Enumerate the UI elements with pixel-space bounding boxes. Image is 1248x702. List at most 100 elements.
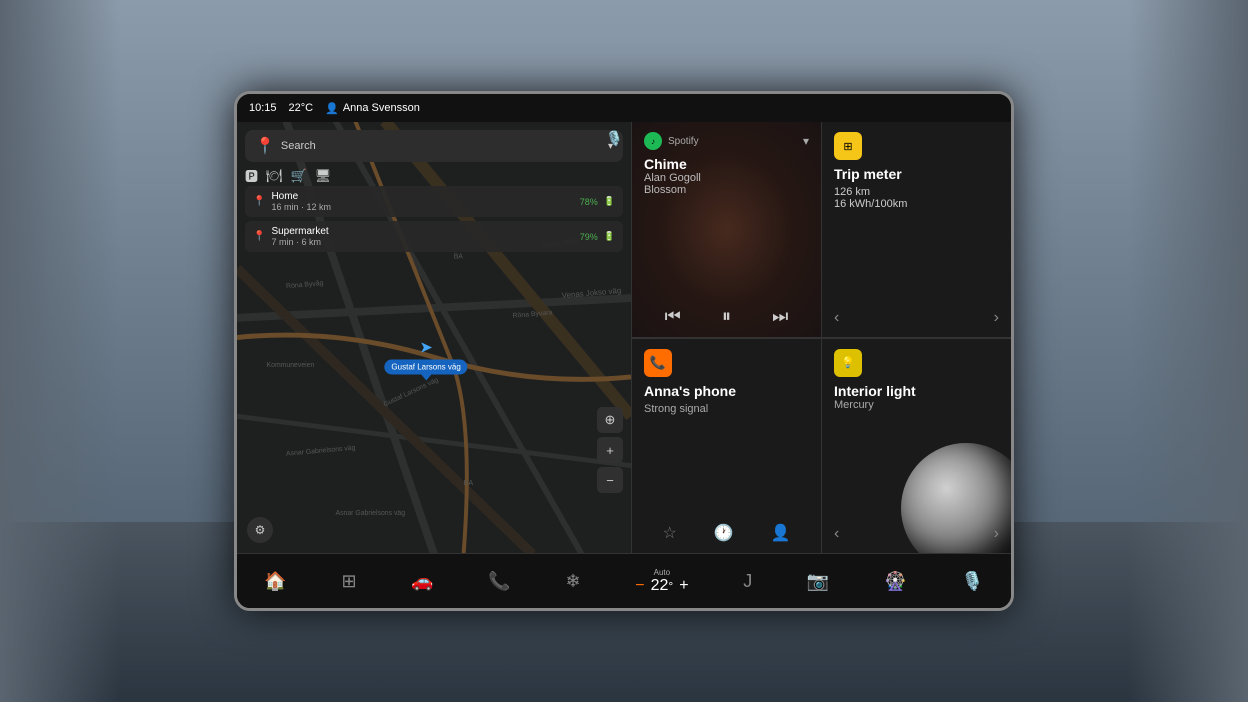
music-album-name: Blossom [644, 184, 809, 196]
light-prev-button[interactable]: ‹ [834, 525, 839, 543]
dest-card-supermarket[interactable]: 📍 Supermarket 7 min · 6 km 79% 🔋 [245, 221, 623, 252]
battery-icon-2: 🔋 [604, 231, 615, 242]
map-settings-button[interactable]: ⚙ [247, 517, 273, 543]
map-search-bar[interactable]: 📍 Search ▾ [245, 130, 623, 162]
phone-star-button[interactable]: ☆ [662, 523, 676, 543]
dest-home-info: Home 16 min · 12 km [271, 191, 573, 212]
svg-text:Asnar Gabrielsons väg: Asnar Gabrielsons väg [336, 510, 406, 517]
dest-super-detail: 7 min · 6 km [271, 237, 573, 247]
music-prev-button[interactable]: ⏮ [665, 306, 681, 327]
temp-number: 22 [651, 577, 669, 594]
phone-status: Strong signal [644, 403, 809, 415]
hanger-icon: J [743, 571, 752, 592]
temp-plus-button[interactable]: + [679, 577, 688, 595]
music-next-button[interactable]: ⏭ [772, 306, 788, 327]
dest-home-name: Home [271, 191, 573, 202]
map-zoom-controls: ⊕ + − [597, 407, 623, 493]
temp-degree-symbol: ° [668, 579, 673, 593]
svg-text:RA: RA [464, 480, 474, 487]
ev-icon[interactable]: 🖥 [315, 168, 332, 184]
left-cluster [0, 0, 120, 702]
trip-consumption: 16 kWh/100km [834, 198, 999, 210]
light-icon: 💡 [834, 349, 862, 377]
maps-icon: 📍 [255, 136, 275, 156]
camera-icon: 📷 [807, 571, 829, 592]
interior-light-panel: 💡 Interior light Mercury ‹ › [821, 338, 1011, 554]
music-info: Chime Alan Gogoll Blossom [644, 156, 809, 196]
pin-arrow [421, 375, 431, 381]
svg-text:BA: BA [454, 254, 464, 261]
nav-car[interactable]: 🚗 [411, 571, 433, 592]
music-panel-header: ♪ Spotify ▾ [644, 132, 809, 150]
map-zoom-in-button[interactable]: + [597, 437, 623, 463]
light-nav-controls: ‹ › [834, 517, 999, 543]
parking-icon[interactable]: 🅿 [245, 166, 258, 185]
restaurant-icon[interactable]: 🍽 [266, 168, 283, 184]
supermarket-dest-icon: 📍 [253, 231, 265, 242]
home-dest-icon: 📍 [253, 196, 265, 207]
phone-panel: 📞 Anna's phone Strong signal ☆ 🕐 👤 [631, 338, 821, 554]
trip-distance: 126 km [834, 186, 999, 198]
shopping-icon[interactable]: 🛒 [291, 168, 307, 184]
dest-home-battery: 78% [580, 197, 598, 207]
nav-hanger[interactable]: J [743, 571, 752, 592]
trip-icon: ⊞ [834, 132, 862, 160]
map-zoom-out-button[interactable]: − [597, 467, 623, 493]
temp-minus-button[interactable]: − [635, 577, 644, 595]
spotify-icon: ♪ [644, 132, 662, 150]
nav-phone[interactable]: 📞 [488, 571, 510, 592]
trip-panel-title: Trip meter [834, 166, 999, 182]
voice-input-button[interactable]: 🎙️ [606, 130, 623, 147]
nav-fan[interactable]: ❄ [565, 571, 580, 592]
phone-bottom-controls: ☆ 🕐 👤 [644, 515, 809, 543]
grid-icon: ⊞ [341, 571, 356, 592]
map-locate-button[interactable]: ⊕ [597, 407, 623, 433]
trip-panel: ⊞ Trip meter 126 km 16 kWh/100km ‹ › [821, 122, 1011, 338]
music-playback-controls: ⏮ ⏸ ⏭ [644, 298, 809, 327]
mic-nav-icon: 🎙️ [961, 571, 983, 592]
trip-prev-button[interactable]: ‹ [834, 309, 839, 327]
user-icon: 👤 [325, 102, 339, 115]
status-bar: 10:15 22°C 👤 Anna Svensson [237, 94, 1011, 122]
main-content-area: Döda Dals Röna Byvåg Röna Byvara Kommune… [237, 122, 1011, 553]
light-preset-name: Mercury [834, 399, 999, 411]
dest-home-detail: 16 min · 12 km [271, 202, 573, 212]
temperature-control: Auto − 22° + [635, 568, 688, 595]
music-track-title: Chime [644, 156, 809, 172]
steering-icon: 🎡 [884, 571, 906, 592]
home-icon: 🏠 [264, 571, 286, 592]
status-temperature: 22°C [289, 102, 314, 114]
music-pause-button[interactable]: ⏸ [722, 306, 731, 327]
music-panel: ♪ Spotify ▾ Chime Alan Gogoll Blossom ⏮ … [631, 122, 821, 338]
pin-label: Gustaf Larsons väg [384, 360, 467, 375]
nav-camera[interactable]: 📷 [807, 571, 829, 592]
phone-history-button[interactable]: 🕐 [714, 523, 734, 543]
nav-steering[interactable]: 🎡 [884, 571, 906, 592]
trip-next-button[interactable]: › [994, 309, 999, 327]
nav-grid[interactable]: ⊞ [341, 571, 356, 592]
nav-home[interactable]: 🏠 [264, 571, 286, 592]
dest-super-name: Supermarket [271, 226, 573, 237]
battery-icon: 🔋 [604, 196, 615, 207]
bottom-navigation: 🏠 ⊞ 🚗 📞 ❄ Auto − 22° + [237, 553, 1011, 608]
status-time: 10:15 [249, 102, 277, 114]
status-user: 👤 Anna Svensson [325, 102, 420, 115]
nav-mic[interactable]: 🎙️ [961, 571, 983, 592]
map-quick-icons: 🅿 🍽 🛒 🖥 [245, 162, 623, 189]
map-panel: Döda Dals Röna Byvåg Röna Byvara Kommune… [237, 122, 631, 553]
user-name: Anna Svensson [343, 102, 420, 114]
main-screen: 10:15 22°C 👤 Anna Svensson [234, 91, 1014, 611]
phone-contacts-button[interactable]: 👤 [771, 523, 791, 543]
light-next-button[interactable]: › [994, 525, 999, 543]
phone-nav-icon: 📞 [488, 571, 510, 592]
temp-auto-label: Auto [654, 568, 670, 577]
dest-card-home[interactable]: 📍 Home 16 min · 12 km 78% 🔋 [245, 186, 623, 217]
car-icon: 🚗 [411, 571, 433, 592]
right-panels-grid: ♪ Spotify ▾ Chime Alan Gogoll Blossom ⏮ … [631, 122, 1011, 553]
music-dropdown-button[interactable]: ▾ [803, 134, 809, 148]
temp-value-display: 22° [651, 577, 674, 595]
spotify-label: Spotify [668, 136, 699, 147]
trip-nav-controls: ‹ › [834, 301, 999, 327]
svg-text:Kommuneveien: Kommuneveien [267, 362, 315, 369]
right-cluster [1128, 0, 1248, 702]
